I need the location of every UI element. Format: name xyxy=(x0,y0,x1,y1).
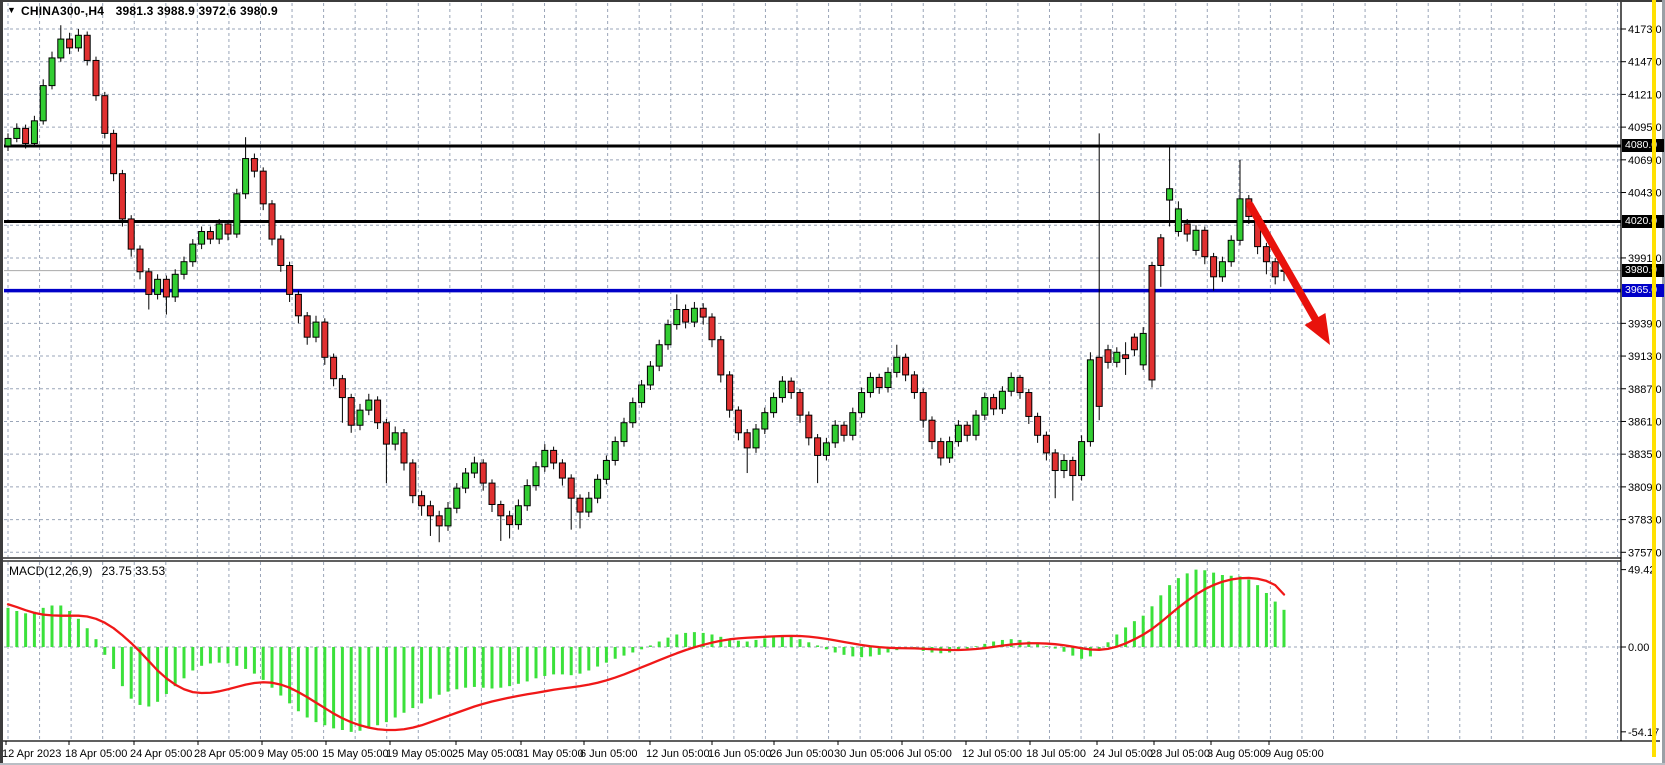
svg-text:3887.0: 3887.0 xyxy=(1628,384,1662,396)
trend-arrow-annotation[interactable] xyxy=(1250,205,1330,345)
candlestick-series xyxy=(5,25,1287,542)
svg-text:6 Jun 05:00: 6 Jun 05:00 xyxy=(580,748,638,760)
svg-text:18 Jul 05:00: 18 Jul 05:00 xyxy=(1026,748,1086,760)
svg-text:16 Jun 05:00: 16 Jun 05:00 xyxy=(708,748,772,760)
window-border-top xyxy=(0,0,1665,2)
time-axis[interactable]: 12 Apr 2023 18 Apr 05:0024 Apr 05:0028 Ap… xyxy=(2,741,1324,760)
svg-text:4173.0: 4173.0 xyxy=(1628,24,1662,36)
svg-text:28 Apr 05:00: 28 Apr 05:00 xyxy=(194,748,256,760)
svg-text:4147.0: 4147.0 xyxy=(1628,57,1662,69)
svg-text:12 Apr 2023: 12 Apr 2023 xyxy=(2,748,61,760)
svg-text:4069.0: 4069.0 xyxy=(1628,155,1662,167)
svg-text:25 May 05:00: 25 May 05:00 xyxy=(452,748,519,760)
svg-text:4043.0: 4043.0 xyxy=(1628,188,1662,200)
svg-text:3835.0: 3835.0 xyxy=(1628,449,1662,461)
macd-values: 23.75 33.53 xyxy=(102,564,165,578)
svg-text:3913.0: 3913.0 xyxy=(1628,351,1662,363)
svg-text:19 May 05:00: 19 May 05:00 xyxy=(386,748,453,760)
svg-text:3939.0: 3939.0 xyxy=(1628,318,1662,330)
last-price-badge: 3980.9 xyxy=(1622,264,1664,277)
svg-text:9 Aug 05:00: 9 Aug 05:00 xyxy=(1265,748,1324,760)
svg-text:4121.0: 4121.0 xyxy=(1628,89,1662,101)
chart-title: CHINA300-,H4 3981.3 3988.9 3972.6 3980.9 xyxy=(21,4,278,18)
svg-text:12 Jun 05:00: 12 Jun 05:00 xyxy=(646,748,710,760)
svg-text:24 Jul 05:00: 24 Jul 05:00 xyxy=(1093,748,1153,760)
svg-text:15 May 05:00: 15 May 05:00 xyxy=(322,748,389,760)
svg-text:26 Jun 05:00: 26 Jun 05:00 xyxy=(770,748,834,760)
svg-text:12 Jul 05:00: 12 Jul 05:00 xyxy=(962,748,1022,760)
svg-text:3 Aug 05:00: 3 Aug 05:00 xyxy=(1207,748,1266,760)
price-badge-3965: 3965.0 xyxy=(1622,284,1664,297)
chart-window: 4173.04147.04121.04095.04069.04043.03991… xyxy=(0,0,1665,765)
ohlc-quote-label: 3981.3 3988.9 3972.6 3980.9 xyxy=(116,4,278,18)
svg-text:0.00: 0.00 xyxy=(1628,642,1649,654)
svg-text:6 Jul 05:00: 6 Jul 05:00 xyxy=(898,748,952,760)
svg-text:3861.0: 3861.0 xyxy=(1628,416,1662,428)
svg-text:9 May 05:00: 9 May 05:00 xyxy=(258,748,319,760)
chart-canvas[interactable]: 4173.04147.04121.04095.04069.04043.03991… xyxy=(0,0,1665,765)
svg-text:4095.0: 4095.0 xyxy=(1628,122,1662,134)
svg-text:3783.0: 3783.0 xyxy=(1628,515,1662,527)
svg-text:28 Jul 05:00: 28 Jul 05:00 xyxy=(1150,748,1210,760)
svg-text:24 Apr 05:00: 24 Apr 05:00 xyxy=(130,748,192,760)
macd-signal-line xyxy=(8,578,1284,730)
grid-lines xyxy=(4,3,1621,740)
window-border-left xyxy=(0,0,3,765)
price-badge-4020: 4020.0 xyxy=(1622,215,1664,228)
symbol-period-label: CHINA300-,H4 xyxy=(21,4,104,18)
svg-text:3809.0: 3809.0 xyxy=(1628,482,1662,494)
svg-text:31 May 05:00: 31 May 05:00 xyxy=(517,748,584,760)
svg-text:30 Jun 05:00: 30 Jun 05:00 xyxy=(834,748,898,760)
pane-borders xyxy=(2,0,1660,741)
window-edge-highlight xyxy=(1652,0,1656,757)
chevron-down-icon[interactable]: ▼ xyxy=(7,5,16,15)
svg-text:18 Apr 05:00: 18 Apr 05:00 xyxy=(65,748,127,760)
macd-indicator-label: MACD(12,26,9) 23.75 33.53 xyxy=(9,564,165,578)
macd-name: MACD(12,26,9) xyxy=(9,564,92,578)
svg-text:3757.0: 3757.0 xyxy=(1628,547,1662,559)
price-badge-4080: 4080.0 xyxy=(1622,139,1664,152)
